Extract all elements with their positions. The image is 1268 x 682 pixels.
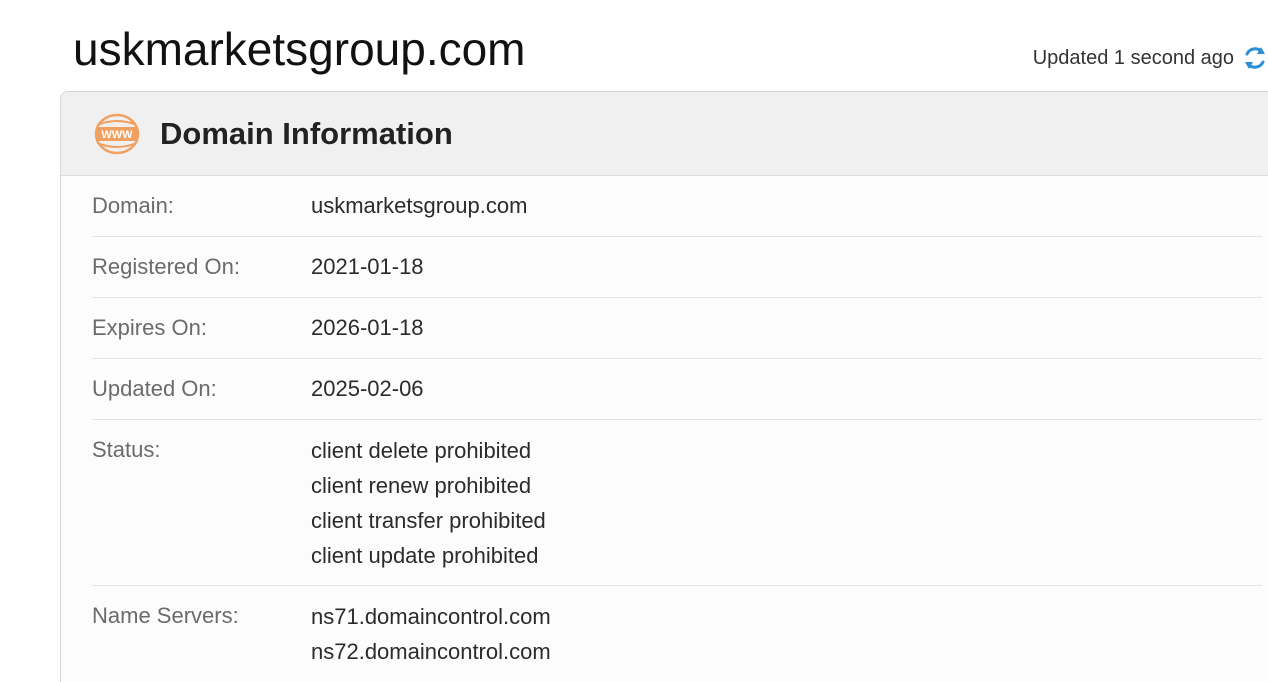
name-servers-values: ns71.domaincontrol.com ns72.domaincontro… bbox=[311, 599, 551, 669]
status-value: client delete prohibited bbox=[311, 438, 532, 463]
domain-info-card: WWW Domain Information Domain: uskmarket… bbox=[60, 91, 1268, 682]
page: uskmarketsgroup.com Updated 1 second ago… bbox=[0, 0, 1268, 682]
domain-value: uskmarketsgroup.com bbox=[311, 193, 528, 218]
status-label: Status: bbox=[92, 437, 161, 462]
registered-label: Registered On: bbox=[92, 254, 240, 279]
info-row-status: Status: client delete prohibited client … bbox=[92, 420, 1262, 586]
name-server-value: ns72.domaincontrol.com bbox=[311, 639, 551, 664]
info-row-domain: Domain: uskmarketsgroup.com bbox=[92, 176, 1262, 237]
name-server-value: ns71.domaincontrol.com bbox=[311, 604, 551, 629]
status-value: client renew prohibited bbox=[311, 473, 532, 498]
www-icon-label: WWW bbox=[101, 129, 133, 141]
info-table: Domain: uskmarketsgroup.com Registered O… bbox=[92, 176, 1262, 681]
info-row-updated: Updated On: 2025-02-06 bbox=[92, 359, 1262, 420]
card-header: WWW Domain Information bbox=[61, 92, 1268, 176]
registered-value: 2021-01-18 bbox=[311, 254, 424, 279]
updated-value: 2025-02-06 bbox=[311, 376, 424, 401]
updated-label: Updated On: bbox=[92, 376, 217, 401]
info-row-registered: Registered On: 2021-01-18 bbox=[92, 237, 1262, 298]
updated-status: Updated 1 second ago bbox=[1033, 44, 1268, 72]
updated-text: Updated 1 second ago bbox=[1032, 46, 1234, 69]
name-servers-label: Name Servers: bbox=[92, 603, 239, 628]
info-row-name-servers: Name Servers: ns71.domaincontrol.com ns7… bbox=[92, 586, 1262, 681]
status-values: client delete prohibited client renew pr… bbox=[311, 433, 546, 573]
info-row-expires: Expires On: 2026-01-18 bbox=[92, 298, 1262, 359]
status-value: client transfer prohibited bbox=[311, 508, 546, 533]
domain-title: uskmarketsgroup.com bbox=[73, 23, 526, 75]
domain-label: Domain: bbox=[92, 193, 174, 218]
www-icon: WWW bbox=[94, 113, 140, 155]
card-title: Domain Information bbox=[160, 115, 453, 151]
expires-value: 2026-01-18 bbox=[311, 315, 424, 340]
expires-label: Expires On: bbox=[92, 315, 207, 340]
status-value: client update prohibited bbox=[311, 543, 539, 568]
refresh-icon[interactable] bbox=[1242, 45, 1268, 71]
